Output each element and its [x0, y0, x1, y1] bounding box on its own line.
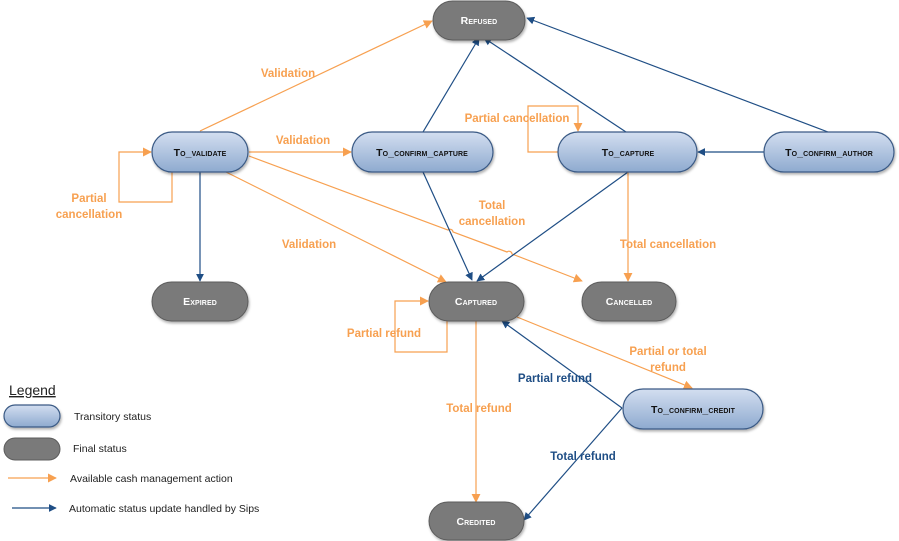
- node-to-confirm-capture-label: To_confirm_capture: [376, 147, 468, 159]
- node-captured[interactable]: Captured: [428, 281, 525, 322]
- edge-label-total-cancellation-2: cancellation: [459, 216, 525, 228]
- edge-label-total-cancellation-capture: Total cancellation: [620, 239, 716, 251]
- edge-validate-to-captured: [221, 169, 447, 283]
- legend-item-automatic: Automatic status update handled by Sips: [12, 503, 259, 515]
- node-to-validate-label: To_validate: [174, 147, 227, 159]
- node-to-validate[interactable]: To_validate: [151, 131, 249, 173]
- legend-final-label: Final status: [73, 443, 127, 455]
- node-cancelled[interactable]: Cancelled: [581, 281, 677, 322]
- legend-automatic-label: Automatic status update handled by Sips: [69, 503, 259, 515]
- edge-validate-to-cancelled: [248, 155, 583, 283]
- edge-label-total-cancellation-1: Total: [479, 200, 506, 212]
- node-refused[interactable]: Refused: [432, 0, 526, 41]
- edge-label-partial-cancellation-capture: Partial cancellation: [465, 113, 570, 125]
- node-expired[interactable]: Expired: [151, 281, 249, 322]
- node-to-confirm-capture[interactable]: To_confirm_capture: [351, 131, 494, 173]
- edge-confirm-credit-to-credited: [523, 407, 623, 521]
- edge-validate-to-refused: [199, 20, 433, 132]
- node-to-confirm-credit-label: To_confirm_credit: [651, 404, 736, 416]
- node-cancelled-label: Cancelled: [606, 296, 653, 308]
- edge-label-partial-or-total-2: refund: [650, 362, 686, 374]
- legend-action-label: Available cash management action: [70, 473, 233, 485]
- edge-label-partial-refund-auto: Partial refund: [518, 373, 592, 385]
- node-credited[interactable]: Credited: [428, 501, 525, 541]
- node-captured-label: Captured: [455, 296, 497, 308]
- status-diagram: Validation Validation Partial cancellati…: [3, 0, 895, 541]
- node-refused-label: Refused: [461, 15, 498, 27]
- edge-label-total-refund-action: Total refund: [446, 403, 512, 415]
- node-to-confirm-author[interactable]: To_confirm_author: [763, 131, 895, 173]
- node-credited-label: Credited: [456, 516, 495, 528]
- edge-label-total-refund-auto: Total refund: [550, 451, 616, 463]
- legend-item-transitory: Transitory status: [3, 404, 151, 428]
- edge-confirm-author-to-refused: [526, 16, 829, 133]
- edge-label-partial-refund-loop: Partial refund: [347, 328, 421, 340]
- nodes: Refused To_validate To_confirm_capture T…: [151, 0, 895, 541]
- edge-confirm-credit-to-captured: [501, 320, 623, 409]
- legend-item-action: Available cash management action: [8, 473, 233, 485]
- legend-title: Legend: [9, 382, 56, 398]
- edge-label-partial-cancellation-validate-2: cancellation: [56, 209, 122, 221]
- node-to-confirm-credit[interactable]: To_confirm_credit: [622, 388, 764, 430]
- edge-label-partial-or-total-1: Partial or total: [629, 346, 706, 358]
- edge-label-validation-refused: Validation: [261, 68, 315, 80]
- legend-transitory-swatch: [3, 404, 61, 428]
- edge-label-validation-captured: Validation: [282, 239, 336, 251]
- node-to-capture[interactable]: To_capture: [557, 131, 698, 173]
- edge-label-validation-confirm-capture: Validation: [276, 135, 330, 147]
- legend: Legend Transitory status Final status Av…: [3, 382, 259, 515]
- node-to-capture-label: To_capture: [602, 147, 655, 159]
- node-to-confirm-author-label: To_confirm_author: [785, 147, 873, 159]
- edge-label-partial-cancellation-validate-1: Partial: [71, 193, 106, 205]
- legend-transitory-label: Transitory status: [74, 411, 151, 423]
- legend-final-swatch: [3, 437, 61, 461]
- legend-item-final: Final status: [3, 437, 127, 461]
- edges: [118, 16, 829, 521]
- node-expired-label: Expired: [183, 296, 217, 308]
